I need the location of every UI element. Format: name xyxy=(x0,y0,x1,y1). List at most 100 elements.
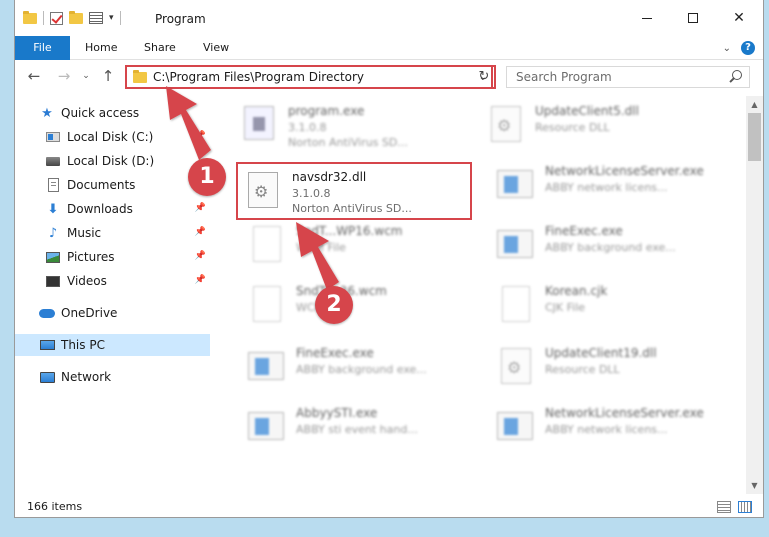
this-pc-icon xyxy=(39,337,55,353)
forward-button[interactable]: → xyxy=(54,66,74,86)
up-button[interactable]: ↑ xyxy=(98,66,118,86)
sidebar-item-local-disk-c[interactable]: Local Disk (C:) 📌 xyxy=(15,126,210,148)
file-item[interactable]: UpdateClient5.dll Resource DLL xyxy=(481,98,721,154)
file-item[interactable]: SndT...WP16.wcm WCM File xyxy=(242,218,482,274)
new-folder-icon[interactable] xyxy=(69,10,83,24)
file-detail: Norton AntiVirus SD... xyxy=(292,202,412,215)
tab-view[interactable]: View xyxy=(203,36,229,60)
navigation-pane: ★ Quick access Local Disk (C:) 📌 Local D… xyxy=(15,96,210,494)
file-name: NetworkLicenseServer.exe xyxy=(545,406,704,420)
expand-ribbon-chevron-icon[interactable]: ⌄ xyxy=(723,43,731,54)
file-item[interactable]: program.exe 3.1.0.8 Norton AntiVirus SD.… xyxy=(234,98,474,154)
scroll-thumb[interactable] xyxy=(748,113,761,161)
search-box[interactable]: Search Program xyxy=(506,66,750,88)
sidebar-item-label: Downloads xyxy=(67,202,133,216)
sidebar-item-onedrive[interactable]: OneDrive xyxy=(15,302,210,324)
scroll-up-arrow-icon[interactable]: ▲ xyxy=(746,96,763,113)
large-icons-view-icon[interactable] xyxy=(738,501,752,513)
sidebar-item-this-pc[interactable]: This PC xyxy=(15,334,210,356)
back-button[interactable]: ← xyxy=(24,66,44,86)
quick-access-toolbar: ▾ xyxy=(23,10,121,25)
close-icon: ✕ xyxy=(733,10,745,26)
sidebar-item-quick-access[interactable]: ★ Quick access xyxy=(15,102,210,124)
recent-locations-chevron-icon[interactable]: ⌄ xyxy=(76,66,96,86)
properties-icon[interactable] xyxy=(89,12,103,24)
file-item[interactable]: FineExec.exe ABBY background exe... xyxy=(491,218,731,274)
sidebar-item-network[interactable]: Network xyxy=(15,366,210,388)
search-icon[interactable] xyxy=(727,69,743,85)
file-detail: ABBY background exe... xyxy=(296,363,427,376)
tab-share[interactable]: Share xyxy=(144,36,176,60)
address-folder-icon xyxy=(133,69,147,83)
tab-file[interactable]: File xyxy=(15,36,70,60)
exe-file-icon xyxy=(248,408,286,446)
pin-icon[interactable]: 📌 xyxy=(195,227,206,237)
blank-file-icon xyxy=(497,286,535,324)
sidebar-item-label: Local Disk (C:) xyxy=(67,130,154,144)
exe-file-icon xyxy=(497,166,535,204)
sidebar-item-label: Music xyxy=(67,226,102,240)
sidebar-item-music[interactable]: ♪ Music 📌 xyxy=(15,222,210,244)
file-item[interactable]: NetworkLicenseServer.exe ABBY network li… xyxy=(491,158,731,214)
videos-icon xyxy=(45,273,61,289)
step-1-badge: 1 xyxy=(188,158,226,196)
sidebar-item-label: Local Disk (D:) xyxy=(67,154,155,168)
file-item[interactable]: UpdateClient19.dll Resource DLL xyxy=(491,340,731,396)
network-icon xyxy=(39,369,55,385)
search-input[interactable]: Search Program xyxy=(507,70,727,84)
pin-icon[interactable]: 📌 xyxy=(195,203,206,213)
folder-icon[interactable] xyxy=(23,10,37,24)
customize-toolbar-chevron-icon[interactable]: ▾ xyxy=(109,13,114,23)
blank-file-icon xyxy=(248,226,286,264)
file-name: program.exe xyxy=(288,104,365,118)
pin-icon[interactable]: 📌 xyxy=(195,275,206,285)
tab-home[interactable]: Home xyxy=(85,36,117,60)
maximize-button[interactable] xyxy=(670,0,716,36)
file-name: FineExec.exe xyxy=(545,224,623,238)
sidebar-item-downloads[interactable]: ⬇ Downloads 📌 xyxy=(15,198,210,220)
address-bar[interactable]: C:\Program Files\Program Directory ⌄ xyxy=(125,65,493,89)
minimize-icon xyxy=(642,17,652,19)
file-item-highlighted[interactable]: navsdr32.dll 3.1.0.8 Norton AntiVirus SD… xyxy=(236,162,472,220)
sidebar-item-videos[interactable]: Videos 📌 xyxy=(15,270,210,292)
sidebar-item-label: Documents xyxy=(67,178,136,192)
downloads-icon: ⬇ xyxy=(47,201,59,217)
sidebar-item-label: Videos xyxy=(67,274,107,288)
details-view-icon[interactable] xyxy=(717,501,731,513)
address-path[interactable]: C:\Program Files\Program Directory xyxy=(153,70,475,84)
file-item[interactable]: SndTr...36.wcm WCM File xyxy=(242,278,482,334)
minimize-button[interactable] xyxy=(624,0,670,36)
file-detail: 3.1.0.8 xyxy=(288,121,327,134)
file-name: AbbyySTI.exe xyxy=(296,406,378,420)
vertical-scrollbar[interactable]: ▲ ▼ xyxy=(746,96,763,494)
file-item[interactable]: FineExec.exe ABBY background exe... xyxy=(242,340,482,396)
scroll-down-arrow-icon[interactable]: ▼ xyxy=(746,477,763,494)
file-item[interactable]: NetworkLicenseServer.exe ABBY network li… xyxy=(491,400,731,456)
file-name: FineExec.exe xyxy=(296,346,374,360)
file-item[interactable]: AbbyySTI.exe ABBY sti event hand... xyxy=(242,400,482,456)
file-detail: Norton AntiVirus SD... xyxy=(288,136,408,149)
star-icon: ★ xyxy=(41,105,53,121)
close-button[interactable]: ✕ xyxy=(716,0,762,36)
dll-file-icon xyxy=(244,172,282,210)
refresh-button[interactable]: ↻ xyxy=(474,65,496,89)
dll-file-icon xyxy=(487,106,525,144)
file-item[interactable]: Korean.cjk CJK File xyxy=(491,278,731,334)
help-icon[interactable]: ? xyxy=(741,41,755,55)
file-name: NetworkLicenseServer.exe xyxy=(545,164,704,178)
file-list: program.exe 3.1.0.8 Norton AntiVirus SD.… xyxy=(220,96,740,494)
file-detail: Resource DLL xyxy=(535,121,610,134)
file-detail: ABBY sti event hand... xyxy=(296,423,418,436)
properties-check-icon[interactable] xyxy=(50,11,63,25)
toolbar-separator xyxy=(119,11,121,25)
sidebar-item-local-disk-d[interactable]: Local Disk (D:) xyxy=(15,150,210,172)
sidebar-item-documents[interactable]: Documents 📌 xyxy=(15,174,210,196)
file-name: UpdateClient5.dll xyxy=(535,104,639,118)
step-2-badge: 2 xyxy=(315,286,353,324)
sidebar-item-label: This PC xyxy=(61,338,105,352)
sidebar-item-label: OneDrive xyxy=(61,306,118,320)
file-detail: Resource DLL xyxy=(545,363,620,376)
pin-icon[interactable]: 📌 xyxy=(195,131,206,141)
pin-icon[interactable]: 📌 xyxy=(195,251,206,261)
sidebar-item-pictures[interactable]: Pictures 📌 xyxy=(15,246,210,268)
